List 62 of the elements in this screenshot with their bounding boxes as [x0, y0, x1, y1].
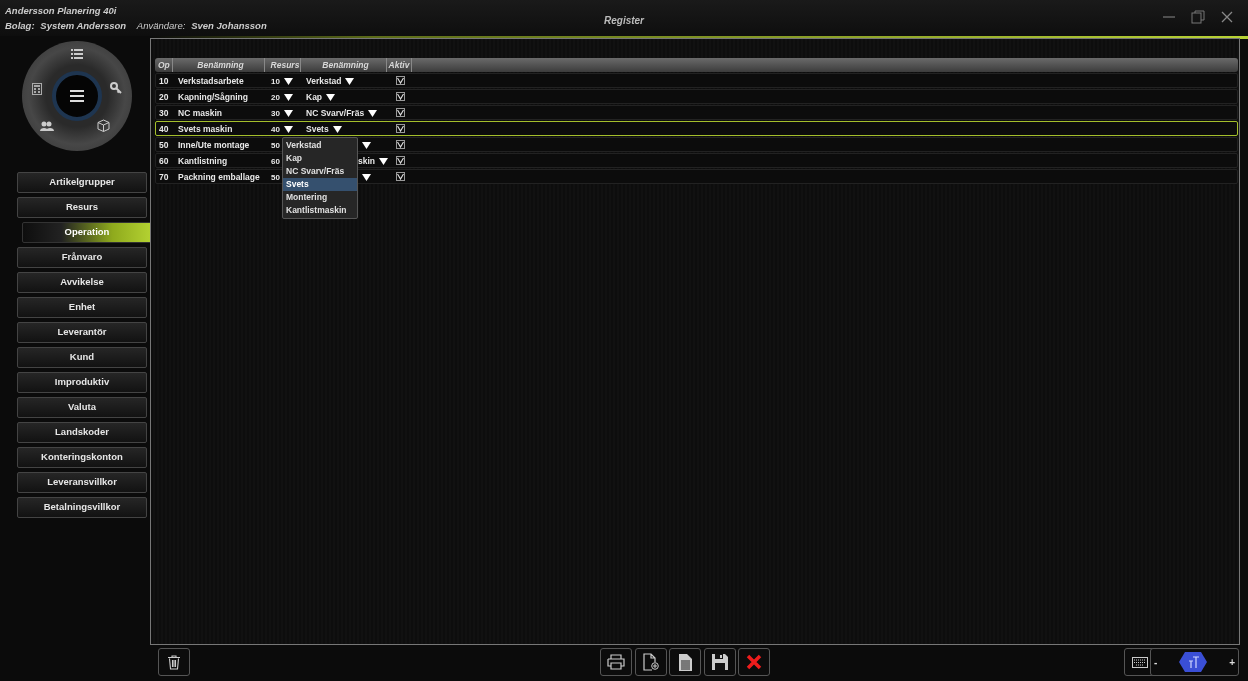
- increase-font-button[interactable]: +: [1229, 654, 1235, 670]
- resource-cell: 30: [271, 109, 280, 118]
- sidebar-item[interactable]: Leverantör: [17, 322, 147, 343]
- name-cell: Kantlistning: [178, 156, 228, 166]
- name-cell: Inne/Ute montage: [178, 140, 250, 150]
- resource-cell: 50: [271, 141, 280, 150]
- sidebar-item[interactable]: Konteringskonton: [17, 447, 147, 468]
- dropdown-option[interactable]: Kantlistmaskin: [283, 204, 357, 217]
- sidebar-item[interactable]: Valuta: [17, 397, 147, 418]
- resource-cell: 40: [271, 125, 280, 134]
- dropdown-option[interactable]: Montering: [283, 191, 357, 204]
- sidebar-item[interactable]: Betalningsvillkor: [17, 497, 147, 518]
- sidebar-item[interactable]: Improduktiv: [17, 372, 147, 393]
- app-title: Andersson Planering 40i: [5, 5, 117, 16]
- user-label: Användare:: [136, 20, 186, 31]
- sidebar-item[interactable]: Frånvaro: [17, 247, 147, 268]
- op-cell: 10: [159, 76, 169, 86]
- resource-name-cell: NC Svarv/Fräs: [306, 108, 365, 118]
- resource-cell: 10: [271, 77, 280, 86]
- sidebar-item[interactable]: Leveransvillkor: [17, 472, 147, 493]
- op-cell: 60: [159, 156, 169, 166]
- table-row[interactable]: 20 Kapning/Sågning 20 Kap: [155, 89, 1238, 104]
- resource-cell: 20: [271, 93, 280, 102]
- company-label: Bolag:: [5, 20, 35, 31]
- decrease-font-button[interactable]: -: [1154, 654, 1158, 670]
- column-header: Aktiv: [388, 60, 410, 70]
- sidebar-item[interactable]: Enhet: [17, 297, 147, 318]
- name-cell: NC maskin: [178, 108, 222, 118]
- column-header: Resurs: [270, 60, 300, 70]
- op-cell: 20: [159, 92, 169, 102]
- resource-name-cell: Svets: [306, 124, 329, 134]
- op-cell: 50: [159, 140, 169, 150]
- sidebar-item[interactable]: Landskoder: [17, 422, 147, 443]
- sidebar-item[interactable]: Resurs: [17, 197, 147, 218]
- op-cell: 30: [159, 108, 169, 118]
- resource-cell: 60: [271, 157, 280, 166]
- resource-name-cell: Kap: [306, 92, 323, 102]
- column-header: Benämning: [322, 60, 369, 70]
- sidebar-item[interactable]: Avvikelse: [17, 272, 147, 293]
- name-cell: Kapning/Sågning: [178, 92, 248, 102]
- sidebar-item[interactable]: Artikelgrupper: [17, 172, 147, 193]
- table-row[interactable]: 40 Svets maskin 40 Svets: [155, 121, 1238, 136]
- column-header: Op: [158, 60, 170, 70]
- name-cell: Svets maskin: [178, 124, 233, 134]
- table-row[interactable]: 30 NC maskin 30 NC Svarv/Fräs: [155, 105, 1238, 120]
- dropdown-option[interactable]: Verkstad: [283, 139, 357, 152]
- op-cell: 40: [159, 124, 169, 134]
- dropdown-option[interactable]: Svets: [283, 178, 357, 191]
- column-header: Benämning: [197, 60, 244, 70]
- sidebar-item[interactable]: Operation: [22, 222, 152, 243]
- sidebar-item[interactable]: Kund: [17, 347, 147, 368]
- user-name: Sven Johansson: [191, 20, 267, 31]
- company-name: System Andersson: [40, 20, 127, 31]
- dropdown-option[interactable]: Kap: [283, 152, 357, 165]
- name-cell: Packning emballage: [178, 172, 260, 182]
- op-cell: 70: [159, 172, 169, 182]
- resource-cell: 50: [271, 173, 280, 182]
- resource-name-cell: Verkstad: [306, 76, 342, 86]
- resource-name-cell: skin: [358, 156, 375, 166]
- name-cell: Verkstadsarbete: [178, 76, 244, 86]
- window-title: Register: [604, 15, 644, 26]
- table-row[interactable]: 10 Verkstadsarbete 10 Verkstad: [155, 73, 1238, 88]
